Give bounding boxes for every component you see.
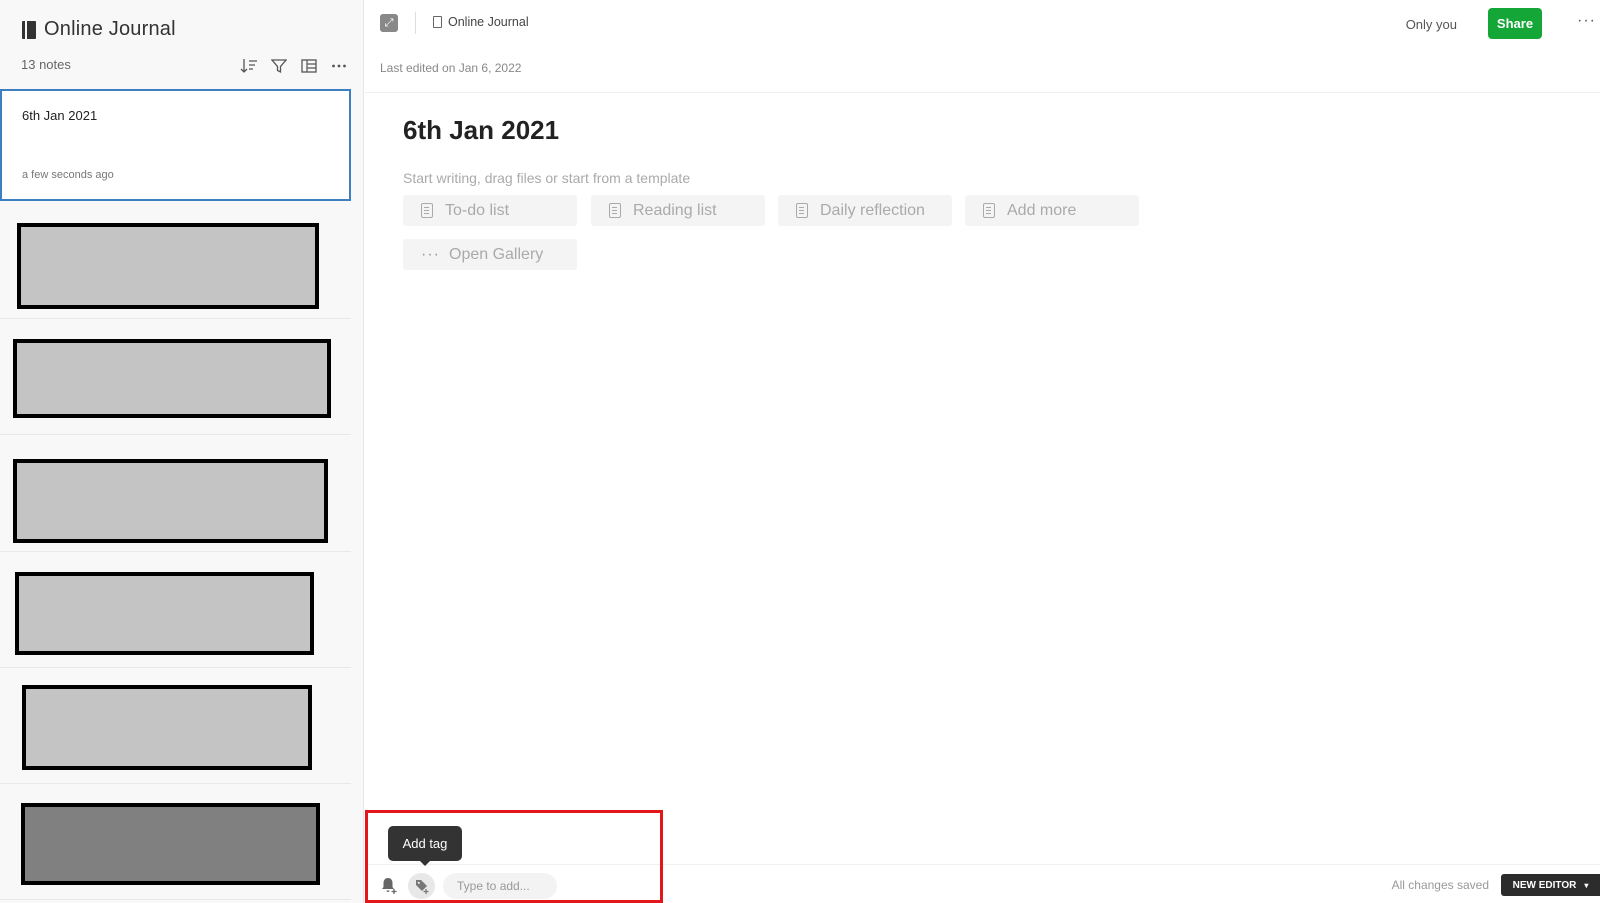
last-edited: Last edited on Jan 6, 2022 [380, 61, 522, 75]
note-editor: ⤢ Online Journal Only you Share ··· Last… [365, 0, 1600, 903]
redaction-block [17, 223, 319, 309]
redaction-block [13, 459, 328, 543]
editor-topbar: ⤢ Online Journal Only you Share ··· [365, 0, 1600, 46]
note-title[interactable]: 6th Jan 2021 [403, 115, 559, 146]
view-icon[interactable] [299, 56, 319, 76]
template-label: Open Gallery [449, 245, 544, 263]
add-tag-icon[interactable] [408, 873, 435, 899]
redaction-block [21, 803, 320, 885]
template-add-more[interactable]: Add more [965, 195, 1139, 226]
editor-placeholder[interactable]: Start writing, drag files or start from … [403, 170, 690, 186]
filter-icon[interactable] [269, 56, 289, 76]
notebook-icon [433, 16, 442, 28]
add-document-icon [983, 203, 995, 218]
new-editor-button[interactable]: NEW EDITOR ▾ [1501, 874, 1600, 896]
divider [415, 12, 416, 34]
note-count: 13 notes [21, 57, 71, 72]
note-card-redacted[interactable] [0, 784, 351, 900]
template-daily-reflection[interactable]: Daily reflection [778, 195, 952, 226]
template-label: Add more [1007, 201, 1077, 219]
breadcrumb-notebook: Online Journal [448, 15, 529, 29]
document-icon [796, 203, 808, 218]
template-label: Daily reflection [820, 201, 925, 219]
breadcrumb[interactable]: Online Journal [433, 15, 529, 29]
redaction-block [13, 339, 331, 418]
note-card-selected[interactable]: 6th Jan 2021 a few seconds ago [0, 89, 351, 201]
add-tag-tooltip: Add tag [388, 826, 462, 866]
more-options-icon[interactable]: ··· [1577, 12, 1596, 30]
note-card-redacted[interactable] [0, 552, 351, 668]
redaction-block [22, 685, 312, 770]
divider [365, 92, 1600, 93]
note-card-redacted[interactable] [0, 435, 351, 552]
note-list-sidebar: Online Journal 13 notes 6th Jan 2021 a f… [0, 0, 364, 903]
more-icon[interactable] [329, 56, 349, 76]
caret-down-icon: ▾ [1584, 880, 1589, 890]
notebook-title: Online Journal [44, 18, 176, 40]
note-card-time: a few seconds ago [22, 169, 114, 181]
list-toolbar [239, 56, 349, 76]
new-editor-label: NEW EDITOR [1512, 879, 1577, 891]
template-todo-list[interactable]: To-do list [403, 195, 577, 226]
document-icon [609, 203, 621, 218]
save-status: All changes saved [1391, 878, 1489, 892]
sort-icon[interactable] [239, 56, 259, 76]
template-reading-list[interactable]: Reading list [591, 195, 765, 226]
document-icon [421, 203, 433, 218]
notebook-header[interactable]: Online Journal [22, 18, 176, 41]
share-button[interactable]: Share [1488, 8, 1542, 39]
note-card-redacted[interactable] [0, 202, 351, 319]
note-card-title: 6th Jan 2021 [22, 108, 98, 123]
footer-divider [365, 864, 1600, 865]
notebook-icon [22, 20, 36, 39]
dots-icon: ··· [421, 245, 440, 263]
tag-input[interactable] [443, 873, 557, 899]
template-open-gallery[interactable]: ··· Open Gallery [403, 239, 577, 270]
redaction-block [15, 572, 314, 655]
template-label: To-do list [445, 201, 510, 219]
note-card-redacted[interactable] [0, 668, 351, 784]
note-card-redacted[interactable] [0, 319, 351, 435]
expand-icon[interactable]: ⤢ [380, 14, 398, 32]
template-label: Reading list [633, 201, 717, 219]
reminder-bell-icon[interactable] [380, 876, 397, 894]
share-scope[interactable]: Only you [1406, 17, 1457, 32]
